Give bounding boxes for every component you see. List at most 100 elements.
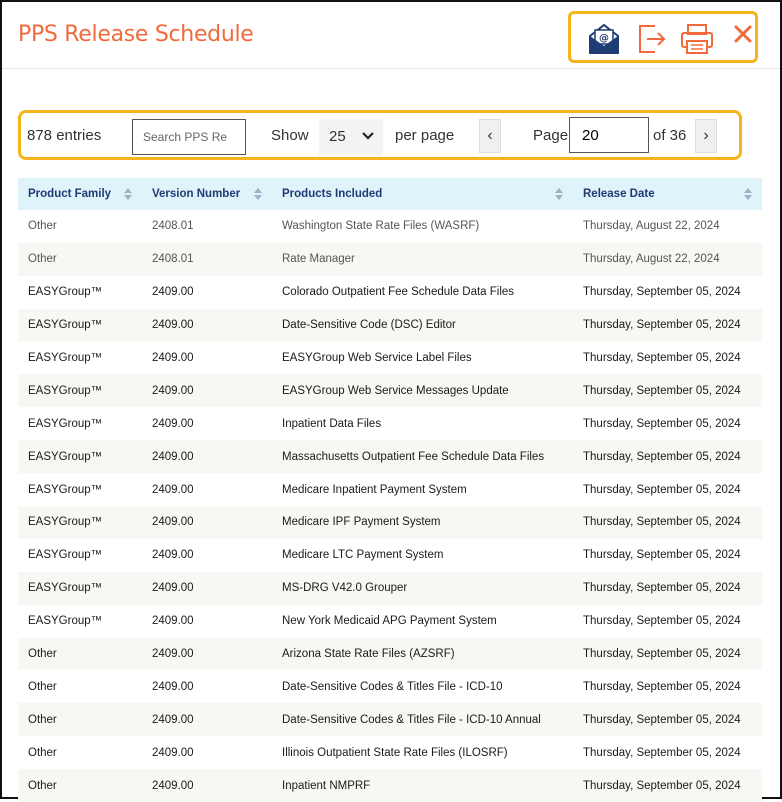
cell-release-date: Thursday, September 05, 2024 [583,615,741,628]
previous-page-button[interactable]: ‹ [479,119,501,153]
table-row: EASYGroup™ 2409.00 Colorado Outpatient Fee… [18,276,762,309]
cell-version-number: 2408.01 [152,220,194,233]
cell-products-included: MS-DRG V42.0 Grouper [272,571,573,605]
cell-products-included: Date-Sensitive Code (DSC) Editor [272,308,573,342]
table-row: EASYGroup™ 2409.00 EASYGroup Web Service M… [18,374,762,408]
cell-version-number: 2409.00 [152,680,194,693]
cell-release-date: Thursday, September 05, 2024 [583,417,741,430]
cell-version-number: 2409.00 [142,440,272,474]
cell-release-date: Thursday, August 22, 2024 [573,242,762,276]
cell-version-number: 2409.00 [152,286,194,299]
table-row: EASYGroup™ 2409.00 Massachusetts Outpatien… [18,440,762,474]
cell-version-number: 2409.00 [142,703,272,737]
table-row: EASYGroup™ 2409.00 Medicare Inpatient Paym… [18,473,762,506]
table-row: Other 2409.00 Inpatient NMPRF Thursday, Sep… [18,769,762,802]
column-header-label: Products Included [282,188,383,200]
per-page-select[interactable]: 25 [319,119,383,155]
email-icon[interactable]: @ [587,22,621,61]
table-row: EASYGroup™ 2409.00 Inpatient Data Files Thu… [18,407,762,440]
cell-version-number: 2409.00 [152,615,194,628]
cell-products-included: Colorado Outpatient Fee Schedule Data Fi… [282,286,515,299]
cell-release-date: Thursday, September 05, 2024 [573,506,762,539]
chevron-left-icon: ‹ [487,127,493,144]
page-number-input[interactable] [569,117,649,153]
column-header-label: Product Family [28,188,112,200]
table-row: EASYGroup™ 2409.00 Medicare LTC Payment Sy… [18,539,762,572]
cell-product-family: EASYGroup™ [18,440,142,474]
cell-products-included: Inpatient Data Files [282,417,382,430]
cell-release-date: Thursday, September 05, 2024 [573,374,762,408]
cell-release-date: Thursday, September 05, 2024 [583,746,741,759]
cell-product-family: EASYGroup™ [28,352,103,364]
cell-release-date: Thursday, September 05, 2024 [583,352,741,364]
print-icon[interactable] [679,22,715,61]
cell-product-family: Other [28,746,57,759]
column-header-label: Release Date [583,188,655,200]
cell-product-family: EASYGroup™ [28,483,103,496]
sort-icon [254,188,262,203]
cell-release-date: Thursday, September 05, 2024 [583,549,741,562]
table-controls: 878 entries Show 25 per page ‹ Page of 3… [18,110,742,160]
cell-products-included: Date-Sensitive Codes & Titles File - ICD… [272,703,573,737]
sort-icon [124,188,132,203]
cell-release-date: Thursday, September 05, 2024 [573,440,762,474]
chevron-down-icon [361,129,375,147]
cell-products-included: Arizona State Rate Files (AZSRF) [272,637,573,671]
cell-product-family: Other [18,637,142,671]
cell-products-included: Medicare Inpatient Payment System [282,483,467,496]
show-label: Show [271,127,309,144]
cell-version-number: 2409.00 [152,417,194,430]
cell-release-date: Thursday, September 05, 2024 [573,308,762,342]
page-title: PPS Release Schedule [18,22,254,47]
svg-text:@: @ [599,33,609,44]
search-input[interactable] [132,119,246,155]
table-row: EASYGroup™ 2409.00 EASYGroup Web Service L… [18,342,762,375]
cell-product-family: EASYGroup™ [28,549,103,562]
cell-version-number: 2409.00 [152,483,194,496]
cell-version-number: 2409.00 [142,308,272,342]
cell-product-family: EASYGroup™ [28,615,103,628]
table-row: Other 2409.00 Date-Sensitive Codes & Title… [18,703,762,737]
cell-version-number: 2409.00 [152,746,194,759]
sort-icon [555,188,563,203]
cell-release-date: Thursday, September 05, 2024 [583,680,741,693]
per-page-label: per page [395,127,455,144]
cell-version-number: 2409.00 [152,549,194,562]
export-icon[interactable] [635,22,669,61]
table-row: EASYGroup™ 2409.00 Date-Sensitive Code (DS… [18,308,762,342]
table-row: Other 2409.00 Date-Sensitive Codes & Title… [18,670,762,703]
cell-version-number: 2409.00 [142,374,272,408]
column-header-products-included[interactable]: Products Included [272,178,573,210]
column-header-version-number[interactable]: Version Number [142,178,272,210]
cell-release-date: Thursday, September 05, 2024 [573,703,762,737]
release-schedule-table: Product Family Version Number Products I… [18,178,762,802]
entries-count: 878 entries [27,127,102,144]
cell-product-family: EASYGroup™ [18,571,142,605]
cell-release-date: Thursday, September 05, 2024 [573,637,762,671]
cell-version-number: 2409.00 [142,769,272,802]
toolbar: @ [568,11,758,63]
cell-products-included: EASYGroup Web Service Messages Update [272,374,573,408]
cell-products-included: Medicare IPF Payment System [272,506,573,539]
cell-products-included: EASYGroup Web Service Label Files [282,352,472,364]
cell-product-family: Other [18,703,142,737]
cell-products-included: Illinois Outpatient State Rate Files (IL… [282,746,508,759]
cell-product-family: EASYGroup™ [18,308,142,342]
cell-products-included: Massachusetts Outpatient Fee Schedule Da… [272,440,573,474]
next-page-button[interactable]: › [695,119,717,153]
cell-products-included: Inpatient NMPRF [272,769,573,802]
per-page-value: 25 [329,128,346,145]
column-header-release-date[interactable]: Release Date [573,178,762,210]
cell-product-family: EASYGroup™ [28,286,103,299]
table-row: Other 2408.01 Washington State Rate Files … [18,210,762,243]
table-row: Other 2409.00 Arizona State Rate Files (AZ… [18,637,762,671]
chevron-right-icon: › [703,127,709,144]
table-row: EASYGroup™ 2409.00 MS-DRG V42.0 Grouper Thu… [18,571,762,605]
sort-icon [744,188,752,203]
close-icon[interactable] [733,24,753,49]
cell-products-included: Rate Manager [272,242,573,276]
cell-products-included: Washington State Rate Files (WASRF) [282,220,480,233]
column-header-product-family[interactable]: Product Family [18,178,142,210]
cell-product-family: Other [28,680,57,693]
table-row: Other 2409.00 Illinois Outpatient State Ra… [18,736,762,769]
